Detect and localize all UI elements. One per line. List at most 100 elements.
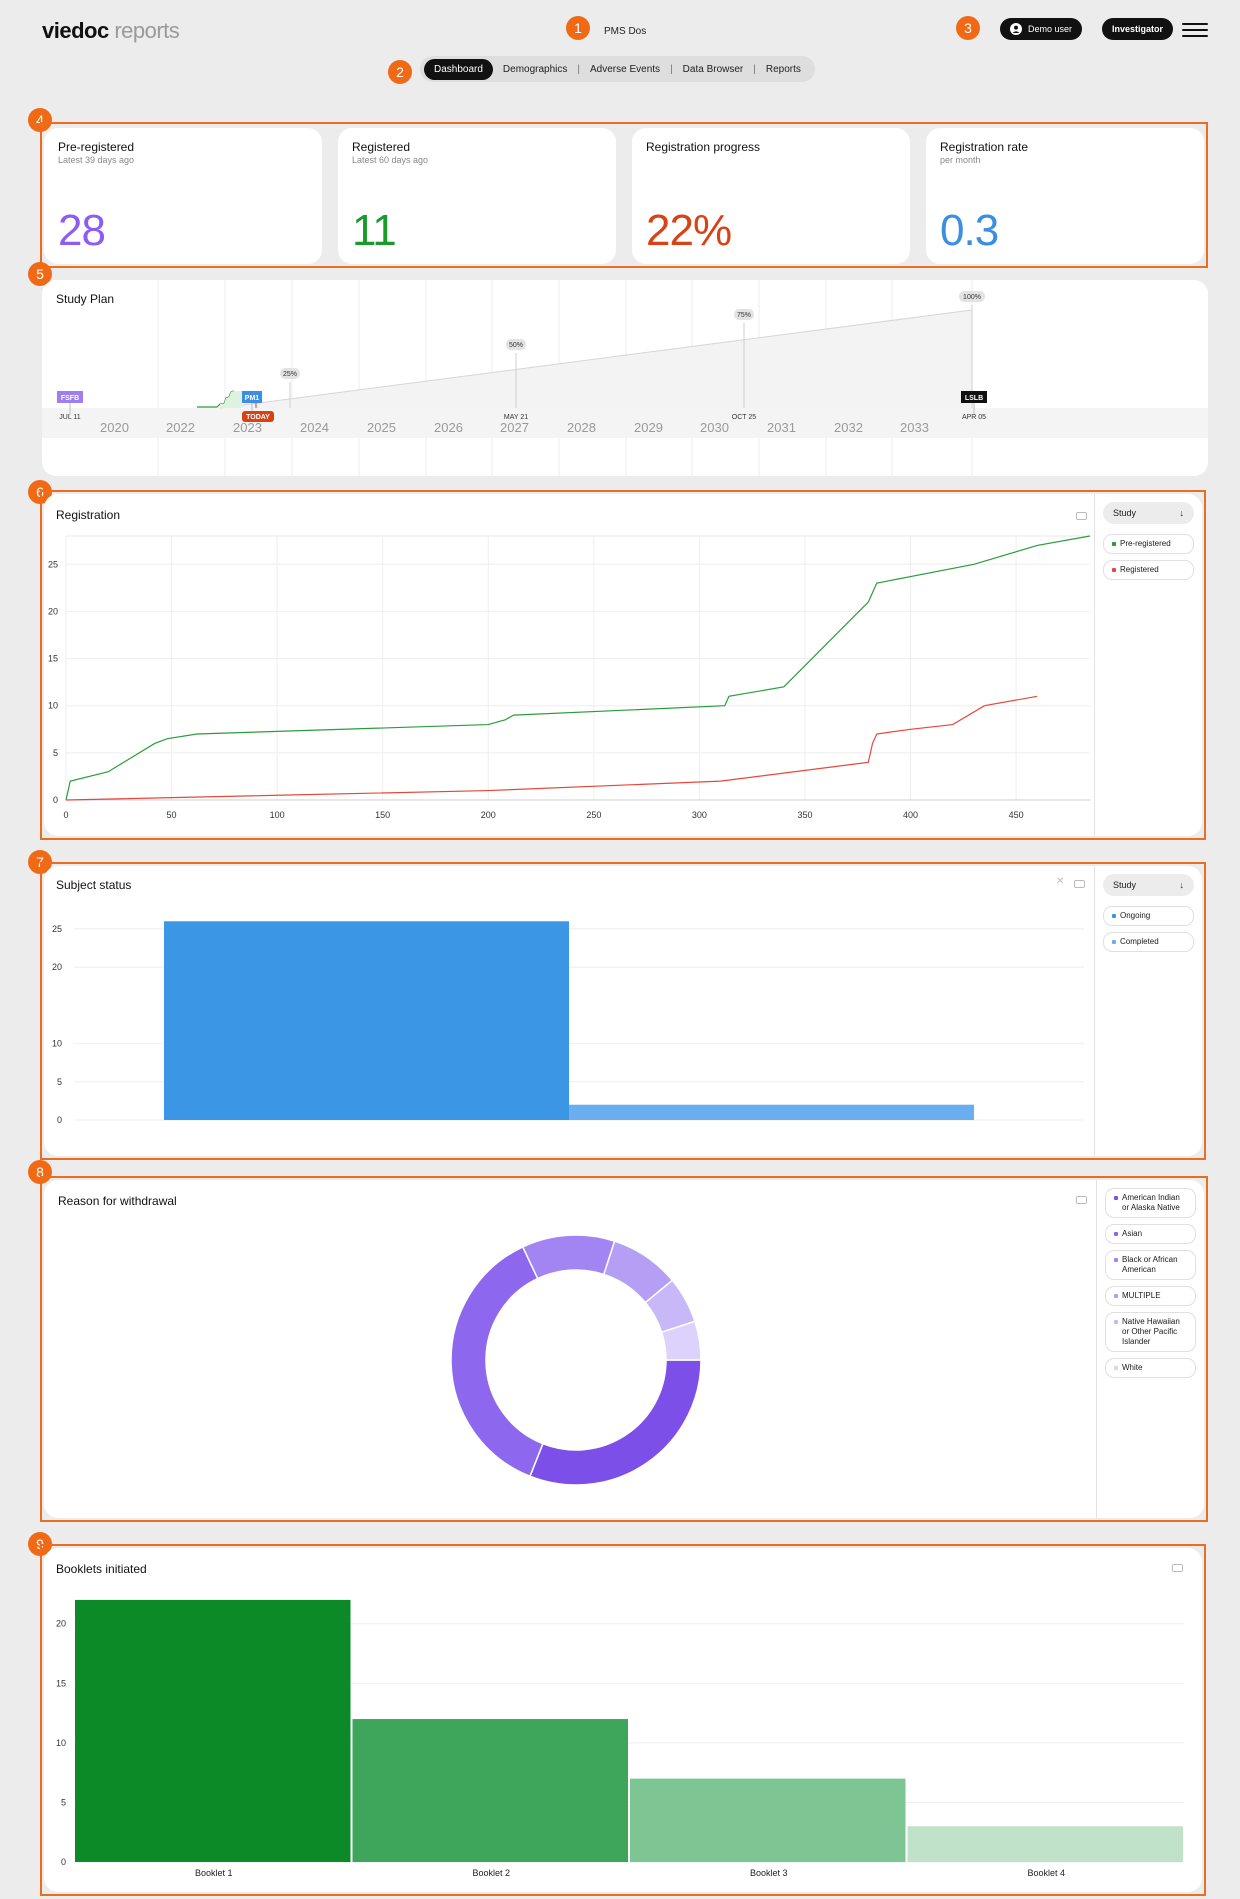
legend-white[interactable]: White [1105, 1358, 1196, 1378]
tab-adverse-events[interactable]: Adverse Events [580, 59, 670, 80]
y-tick-label: 15 [56, 1678, 66, 1688]
dropdown-label: Study [1113, 508, 1137, 518]
milestone-date: JUL 11 [59, 414, 81, 421]
legend-completed[interactable]: Completed [1103, 932, 1194, 952]
series-line-pre-registered [65, 535, 1091, 801]
y-tick-label: 10 [48, 701, 58, 711]
user-button[interactable]: Demo user [1000, 18, 1083, 40]
timeline-band [42, 408, 1208, 438]
x-tick-label: Booklet 3 [750, 1868, 788, 1878]
progress-label: 25% [283, 371, 297, 378]
tab-dashboard[interactable]: Dashboard [424, 58, 493, 80]
app-logo[interactable]: viedoc reports [42, 18, 180, 44]
donut-slice [450, 1245, 544, 1478]
x-tick-label: 0 [63, 810, 68, 820]
user-label: Demo user [1028, 24, 1073, 34]
subject-status-sidebar: Study ↓ Ongoing Completed [1094, 866, 1202, 1156]
legend-label: Native Hawaiian or Other Pacific Islande… [1122, 1317, 1180, 1346]
actual-progress-area [220, 391, 242, 408]
legend-label: Black or African American [1122, 1255, 1178, 1274]
series-line-registered [65, 695, 1038, 801]
y-tick-label: 15 [48, 654, 58, 664]
tab-data-browser[interactable]: Data Browser [673, 59, 754, 80]
year-label: 2028 [567, 420, 596, 435]
booklets-panel: Booklets initiated 0 5 10 15 20 Booklet 1 Book… [44, 1548, 1202, 1892]
tab-demographics[interactable]: Demographics [493, 59, 577, 80]
legend-american-indian[interactable]: American Indian or Alaska Native [1105, 1188, 1196, 1218]
legend-label: Asian [1122, 1229, 1143, 1238]
milestone-date: APR 05 [962, 414, 986, 421]
kpi-title: Registration progress [646, 140, 761, 154]
x-tick-label: 450 [1009, 810, 1024, 820]
milestone-label: FSFB [61, 395, 79, 402]
legend-asian[interactable]: Asian [1105, 1224, 1196, 1244]
tab-reports[interactable]: Reports [756, 59, 811, 80]
marker-2: 2 [388, 60, 412, 84]
legend-label: Registered [1120, 565, 1159, 574]
y-tick-label: 0 [53, 795, 58, 805]
x-tick-label: 100 [270, 810, 285, 820]
y-tick-label: 10 [56, 1738, 66, 1748]
legend-ongoing[interactable]: Ongoing [1103, 906, 1194, 926]
year-label: 2022 [166, 420, 195, 435]
y-tick-label: 5 [61, 1797, 66, 1807]
legend-swatch [1114, 1366, 1118, 1370]
legend-registered[interactable]: Registered [1103, 560, 1194, 580]
user-icon [1010, 23, 1022, 35]
legend-swatch [1114, 1258, 1118, 1262]
booklets-chart: 0 5 10 15 20 Booklet 1 Booklet 2 Booklet 3 Bookl… [56, 1599, 1184, 1878]
milestone-label: LSLB [965, 395, 983, 402]
marker-3: 3 [956, 16, 980, 40]
arrow-down-icon: ↓ [1179, 508, 1185, 518]
kpi-value: 22% [646, 206, 732, 255]
legend-swatch [1114, 1294, 1118, 1298]
year-label: 2031 [767, 420, 796, 435]
legend-black-african-american[interactable]: Black or African American [1105, 1250, 1196, 1280]
registration-chart: 05101520250 50 100 150 200 250 300 350 400 450 [48, 535, 1091, 820]
year-label: 2029 [634, 420, 663, 435]
kpi-registration-progress: Registration progress 22% [632, 128, 910, 264]
x-tick-label: 350 [797, 810, 812, 820]
legend-multiple[interactable]: MULTIPLE [1105, 1286, 1196, 1306]
progress-label: 100% [963, 294, 981, 301]
hamburger-menu-icon[interactable] [1182, 23, 1208, 37]
legend-pre-registered[interactable]: Pre-registered [1103, 534, 1194, 554]
legend-native-hawaiian[interactable]: Native Hawaiian or Other Pacific Islande… [1105, 1312, 1196, 1352]
year-label: 2027 [500, 420, 529, 435]
kpi-subtitle: Latest 60 days ago [352, 155, 429, 165]
legend-swatch [1112, 568, 1116, 572]
main-nav: Dashboard Demographics | Adverse Events … [420, 56, 815, 82]
legend-label: Completed [1120, 937, 1159, 946]
kpi-registration-rate: Registration rate per month 0.3 [926, 128, 1204, 264]
y-tick-label: 10 [52, 1039, 62, 1049]
kpi-value: 28 [58, 206, 106, 255]
study-dropdown[interactable]: Study ↓ [1103, 874, 1194, 896]
subject-status-panel: Subject status ✕ 0 5 10 20 25 Study ↓ Ongoing… [44, 866, 1202, 1156]
legend-swatch [1112, 914, 1116, 918]
legend-swatch [1114, 1196, 1118, 1200]
legend-swatch [1114, 1232, 1118, 1236]
legend-label: White [1122, 1363, 1143, 1372]
withdrawal-donut-chart [450, 1234, 702, 1486]
y-tick-label: 5 [53, 748, 58, 758]
y-tick-label: 20 [52, 962, 62, 972]
year-label: 2025 [367, 420, 396, 435]
legend-label: Pre-registered [1120, 539, 1171, 548]
y-tick-label: 25 [48, 559, 58, 569]
subject-status-chart: 0 5 10 20 25 [52, 921, 1084, 1125]
today-label: TODAY [246, 414, 270, 421]
kpi-pre-registered: Pre-registered Latest 39 days ago 28 [44, 128, 322, 264]
registration-panel: Registration 0 5 10 15 20 25 0 50 100 150 200 250 30… [44, 494, 1202, 836]
study-dropdown[interactable]: Study ↓ [1103, 502, 1194, 524]
x-tick-label: Booklet 1 [195, 1868, 233, 1878]
kpi-title: Registered [352, 140, 411, 154]
study-plan-panel: Study Plan 2020 2022 2023 2024 2025 2026 2027 2… [42, 280, 1208, 476]
withdrawal-panel: Reason for withdrawal American Indian or… [44, 1180, 1204, 1518]
legend-swatch [1114, 1320, 1118, 1324]
bar-booklet [907, 1826, 1183, 1862]
marker-1: 1 [566, 16, 590, 40]
legend-label: Ongoing [1120, 911, 1151, 920]
registration-sidebar: Study ↓ Pre-registered Registered [1094, 494, 1202, 836]
role-button[interactable]: Investigator [1102, 18, 1174, 40]
legend-swatch [1112, 542, 1116, 546]
